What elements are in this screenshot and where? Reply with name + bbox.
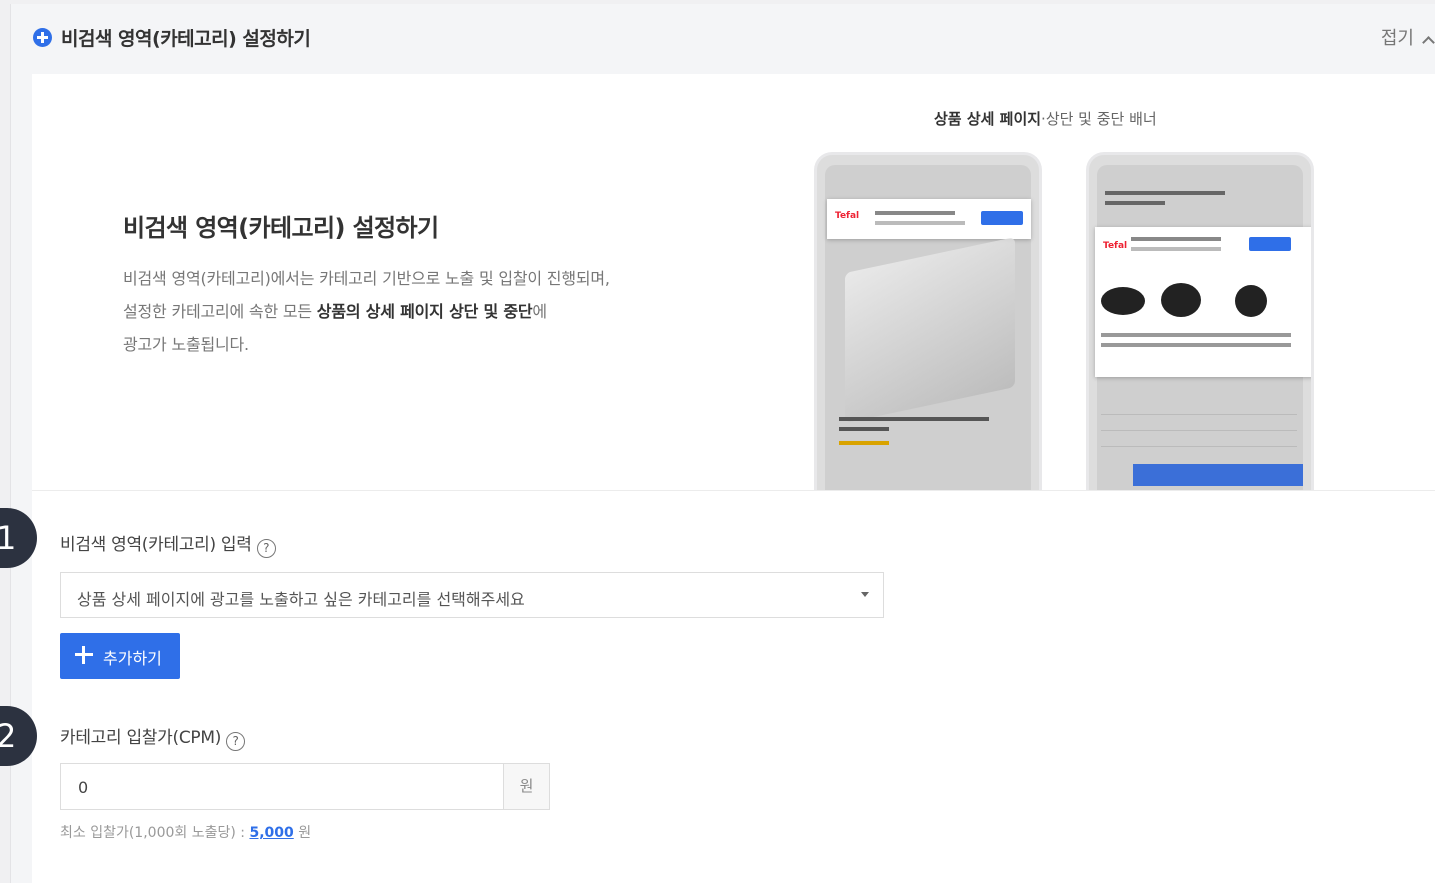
middle-banner-mockup: Tefal bbox=[1095, 227, 1311, 377]
product-title-line bbox=[839, 427, 889, 431]
banner-text-line bbox=[1131, 247, 1221, 251]
add-button-label[interactable]: 추가하기 bbox=[103, 649, 162, 668]
banner-text-line bbox=[1131, 237, 1221, 241]
phone-preview-top-banner: Tefal bbox=[814, 152, 1042, 490]
product-title-line bbox=[839, 417, 989, 421]
category-label-text: 비검색 영역(카테고리) 입력 bbox=[60, 535, 252, 555]
phone-screen: Tefal bbox=[1095, 165, 1311, 490]
intro-title: 비검색 영역(카테고리) 설정하기 bbox=[123, 214, 439, 242]
hint-prefix: 최소 입찰가(1,000회 노출당) : bbox=[60, 825, 250, 841]
phone-screen: Tefal bbox=[825, 165, 1031, 490]
question-circle-icon[interactable]: ? bbox=[226, 732, 246, 751]
bid-unit: 원 bbox=[503, 763, 550, 810]
intro-line-1: 비검색 영역(카테고리)에서는 카테고리 기반으로 노출 및 입찰이 진행되며, bbox=[123, 269, 610, 288]
question-circle-icon[interactable]: ? bbox=[256, 539, 276, 558]
frying-pan-icon bbox=[1101, 287, 1145, 315]
banner-cta-mockup bbox=[981, 211, 1023, 225]
spec-row bbox=[1101, 433, 1297, 447]
product-image-mockup bbox=[845, 236, 1015, 424]
spec-row bbox=[1101, 417, 1297, 431]
top-banner-mockup: Tefal bbox=[827, 199, 1031, 239]
chevron-up-icon[interactable] bbox=[1422, 36, 1435, 49]
banner-cta-mockup bbox=[1249, 237, 1291, 251]
brand-logo: Tefal bbox=[835, 211, 860, 221]
rating-stars bbox=[839, 441, 889, 445]
bid-input[interactable]: 0 bbox=[60, 763, 504, 810]
add-category-button[interactable]: 추가하기 bbox=[60, 633, 180, 679]
collapse-label[interactable]: 접기 bbox=[1381, 28, 1414, 49]
plus-icon[interactable] bbox=[75, 646, 93, 664]
banner-product-text bbox=[1101, 343, 1291, 347]
panel-header: 비검색 영역(카테고리) 설정하기 접기 bbox=[11, 4, 1435, 70]
banner-text-line bbox=[875, 221, 965, 225]
banner-product-text bbox=[1101, 333, 1291, 337]
banner-text-line bbox=[875, 211, 955, 215]
cookware-set-icon bbox=[1161, 283, 1201, 317]
collapse-toggle[interactable]: 접기 bbox=[1381, 24, 1435, 50]
preview-caption: 상품 상세 페이지·상단 및 중단 배너 bbox=[934, 108, 1157, 129]
intro-line-2-suffix: 에 bbox=[532, 302, 547, 321]
category-select[interactable]: 상품 상세 페이지에 광고를 노출하고 싶은 카테고리를 선택해주세요 bbox=[60, 572, 884, 618]
bid-label-text: 카테고리 입찰가(CPM) bbox=[60, 728, 222, 748]
intro-line-2-bold: 상품의 상세 페이지 상단 및 중단 bbox=[316, 302, 533, 321]
hint-suffix: 원 bbox=[293, 825, 312, 841]
intro-line-2-prefix: 설정한 카테고리에 속한 모든 bbox=[123, 302, 317, 321]
plus-circle-icon bbox=[33, 28, 52, 47]
min-bid-link[interactable]: 5,000 bbox=[249, 825, 293, 841]
phone-preview-middle-banner: Tefal bbox=[1086, 152, 1314, 490]
intro-line-3: 광고가 노출됩니다. bbox=[123, 335, 249, 354]
preview-caption-bold: 상품 상세 페이지 bbox=[934, 110, 1042, 128]
bid-label: 카테고리 입찰가(CPM)? bbox=[60, 723, 246, 751]
header-title: 비검색 영역(카테고리) 설정하기 bbox=[61, 28, 311, 50]
category-label: 비검색 영역(카테고리) 입력? bbox=[60, 530, 276, 558]
content-area: 비검색 영역(카테고리) 설정하기 비검색 영역(카테고리)에서는 카테고리 기… bbox=[32, 74, 1435, 883]
settings-panel: 비검색 영역(카테고리) 설정하기 접기 비검색 영역(카테고리) 설정하기 비… bbox=[10, 4, 1435, 883]
preview-caption-rest: ·상단 및 중단 배너 bbox=[1041, 110, 1157, 128]
section-divider bbox=[32, 490, 1435, 491]
intro-description: 비검색 영역(카테고리)에서는 카테고리 기반으로 노출 및 입찰이 진행되며,… bbox=[123, 262, 610, 361]
caret-down-icon[interactable] bbox=[861, 592, 869, 597]
buy-button-mockup bbox=[1133, 464, 1303, 486]
min-bid-hint: 최소 입찰가(1,000회 노출당) : 5,000 원 bbox=[60, 822, 311, 842]
intro-line-2: 설정한 카테고리에 속한 모든 상품의 상세 페이지 상단 및 중단에 bbox=[123, 295, 610, 328]
spec-row bbox=[1101, 401, 1297, 415]
pan-icon bbox=[1235, 285, 1267, 317]
product-title-line bbox=[1105, 191, 1225, 195]
category-select-placeholder[interactable]: 상품 상세 페이지에 광고를 노출하고 싶은 카테고리를 선택해주세요 bbox=[77, 590, 525, 609]
product-title-line bbox=[1105, 201, 1165, 205]
brand-logo: Tefal bbox=[1103, 241, 1128, 251]
